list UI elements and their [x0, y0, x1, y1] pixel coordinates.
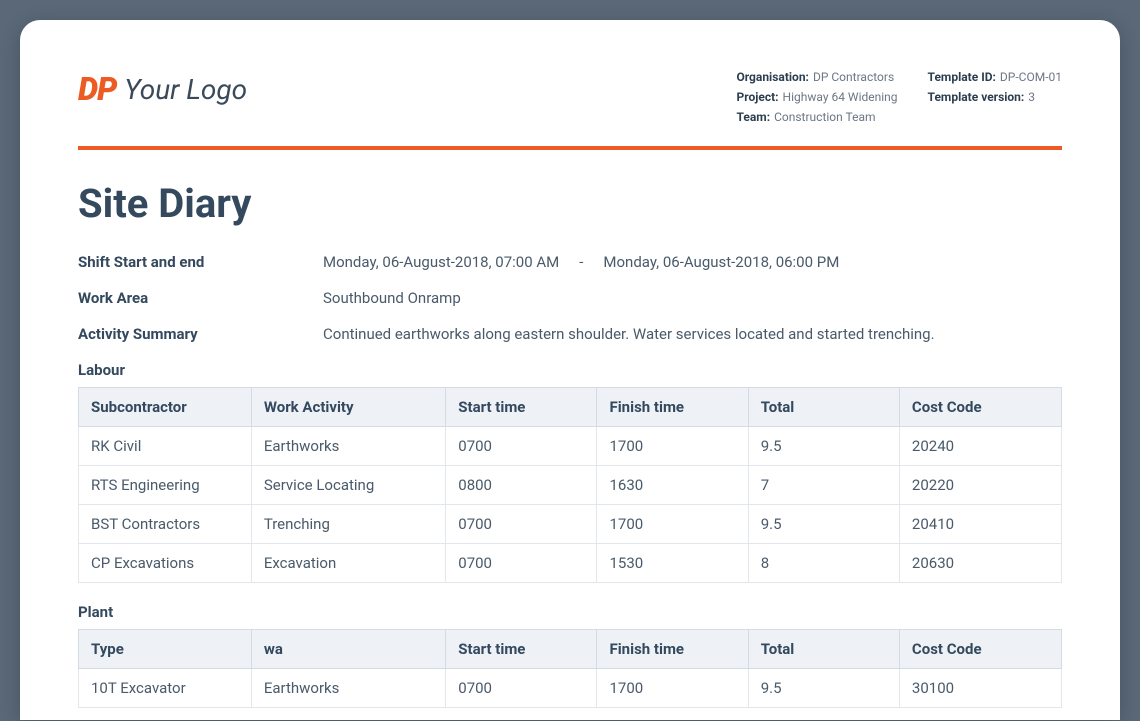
page-title: Site Diary — [78, 180, 1062, 227]
header-divider — [78, 146, 1062, 150]
header-meta: Organisation: DP Contractors Project: High… — [737, 70, 1063, 124]
table-cell: 30100 — [899, 669, 1061, 708]
table-cell: 0700 — [446, 669, 597, 708]
table-cell: 8 — [748, 544, 899, 583]
table-header: Finish time — [597, 630, 748, 669]
table-header: Work Activity — [251, 388, 445, 427]
table-cell: 0700 — [446, 427, 597, 466]
table-cell: 1630 — [597, 466, 748, 505]
table-cell: 20240 — [899, 427, 1061, 466]
work-area-value: Southbound Onramp — [323, 289, 1062, 307]
meta-team-value: Construction Team — [774, 110, 875, 124]
document-page: DP Your Logo Organisation: DP Contractors… — [20, 20, 1120, 720]
table-cell: 1700 — [597, 427, 748, 466]
labour-header-row: SubcontractorWork ActivityStart timeFini… — [79, 388, 1062, 427]
table-cell: Earthworks — [251, 427, 445, 466]
shift-start: Monday, 06-August-2018, 07:00 AM — [323, 253, 559, 271]
meta-template-id-value: DP-COM-01 — [1000, 70, 1062, 84]
table-header: Subcontractor — [79, 388, 252, 427]
meta-org-label: Organisation: — [737, 70, 809, 84]
shift-end: Monday, 06-August-2018, 06:00 PM — [603, 253, 839, 271]
field-work-area: Work Area Southbound Onramp — [78, 289, 1062, 307]
table-header: Start time — [446, 388, 597, 427]
table-cell: RTS Engineering — [79, 466, 252, 505]
table-cell: 9.5 — [748, 505, 899, 544]
table-cell: 20410 — [899, 505, 1061, 544]
shift-separator: - — [579, 253, 583, 271]
table-cell: 0800 — [446, 466, 597, 505]
logo-mark: DP — [78, 70, 116, 108]
table-cell: 1700 — [597, 669, 748, 708]
table-cell: 0700 — [446, 544, 597, 583]
table-cell: 20630 — [899, 544, 1061, 583]
plant-section-label: Plant — [78, 603, 1062, 621]
table-header: Total — [748, 388, 899, 427]
meta-project-label: Project: — [737, 90, 779, 104]
table-header: Cost Code — [899, 630, 1061, 669]
table-cell: 1530 — [597, 544, 748, 583]
table-cell: 9.5 — [748, 669, 899, 708]
table-cell: 0700 — [446, 505, 597, 544]
table-row: 10T ExcavatorEarthworks070017009.530100 — [79, 669, 1062, 708]
meta-template-id-label: Template ID: — [928, 70, 996, 84]
field-shift: Shift Start and end Monday, 06-August-20… — [78, 253, 1062, 271]
plant-table: TypewaStart timeFinish timeTotalCost Cod… — [78, 629, 1062, 708]
table-cell: Service Locating — [251, 466, 445, 505]
table-row: RK CivilEarthworks070017009.520240 — [79, 427, 1062, 466]
meta-template-version-label: Template version: — [928, 90, 1025, 104]
table-cell: 10T Excavator — [79, 669, 252, 708]
meta-org-value: DP Contractors — [813, 70, 894, 84]
table-header: Cost Code — [899, 388, 1061, 427]
table-cell: CP Excavations — [79, 544, 252, 583]
table-cell: Earthworks — [251, 669, 445, 708]
activity-summary-label: Activity Summary — [78, 325, 323, 343]
labour-section-label: Labour — [78, 361, 1062, 379]
table-header: Finish time — [597, 388, 748, 427]
table-row: CP ExcavationsExcavation07001530820630 — [79, 544, 1062, 583]
table-header: Type — [79, 630, 252, 669]
meta-project-value: Highway 64 Widening — [783, 90, 898, 104]
labour-table: SubcontractorWork ActivityStart timeFini… — [78, 387, 1062, 583]
plant-header-row: TypewaStart timeFinish timeTotalCost Cod… — [79, 630, 1062, 669]
table-row: RTS EngineeringService Locating080016307… — [79, 466, 1062, 505]
table-cell: 7 — [748, 466, 899, 505]
field-activity-summary: Activity Summary Continued earthworks al… — [78, 325, 1062, 343]
table-header: wa — [251, 630, 445, 669]
table-cell: Excavation — [251, 544, 445, 583]
table-cell: RK Civil — [79, 427, 252, 466]
work-area-label: Work Area — [78, 289, 323, 307]
header: DP Your Logo Organisation: DP Contractors… — [78, 70, 1062, 124]
table-row: BST ContractorsTrenching070017009.520410 — [79, 505, 1062, 544]
shift-label: Shift Start and end — [78, 253, 323, 271]
table-cell: 1700 — [597, 505, 748, 544]
table-header: Start time — [446, 630, 597, 669]
table-cell: Trenching — [251, 505, 445, 544]
table-cell: BST Contractors — [79, 505, 252, 544]
table-cell: 20220 — [899, 466, 1061, 505]
table-cell: 9.5 — [748, 427, 899, 466]
logo: DP Your Logo — [78, 70, 247, 108]
activity-summary-value: Continued earthworks along eastern shoul… — [323, 325, 1062, 343]
meta-team-label: Team: — [737, 110, 771, 124]
table-header: Total — [748, 630, 899, 669]
meta-template-version-value: 3 — [1028, 90, 1035, 104]
logo-text: Your Logo — [124, 73, 247, 106]
